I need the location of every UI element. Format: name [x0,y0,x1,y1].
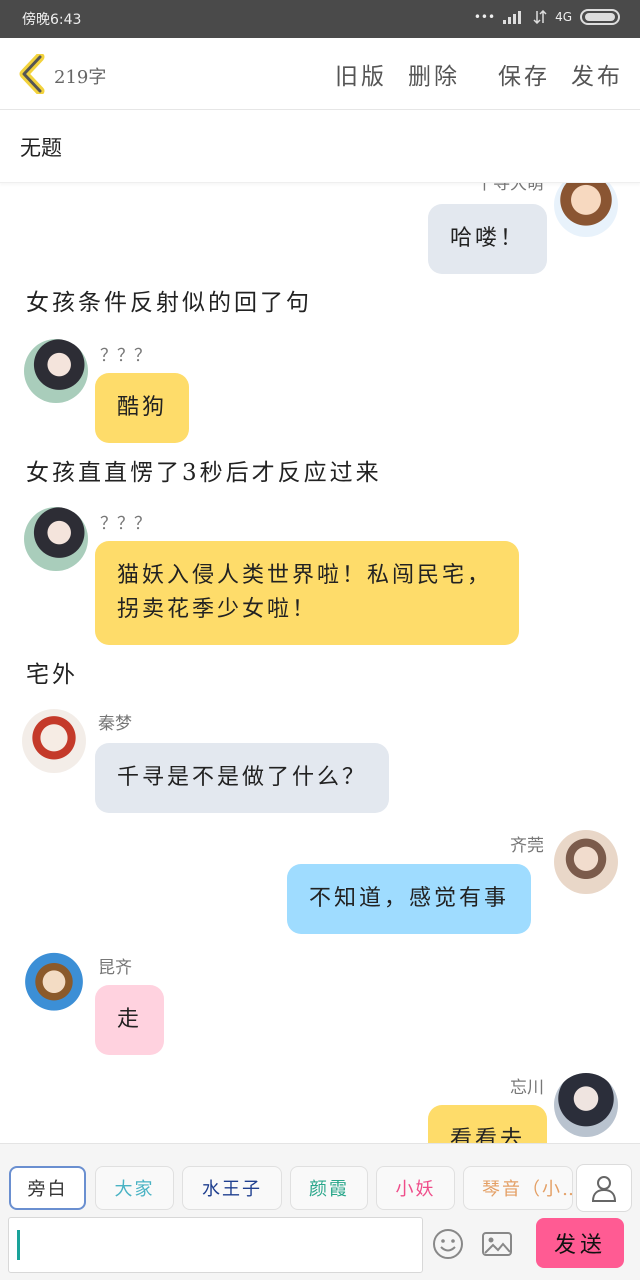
speaker-name: 秦梦 [98,714,132,734]
text-caret [17,1230,20,1260]
battery-icon [580,9,620,25]
old-version-button[interactable]: 旧版 [335,57,387,91]
back-button[interactable] [14,52,50,96]
more-dots-icon: ••• [473,10,496,24]
data-arrows-icon [533,10,547,24]
send-button[interactable]: 发送 [536,1218,624,1268]
chat-bubble[interactable]: 不知道，感觉有事 [287,864,532,934]
status-time: 傍晚6:43 [22,12,82,28]
speaker-name: 忘川 [510,1078,544,1098]
chat-area[interactable]: 千寻大萌 哈喽！ 女孩条件反射似的回了句 ？？？ 酷狗 女孩直直愣了3秒后才反应… [0,183,640,1143]
speaker-name: 千寻大萌 [476,183,544,194]
user-icon [591,1176,617,1202]
title-field[interactable]: 无题 [0,110,640,183]
message-input[interactable] [8,1217,423,1273]
narration-text[interactable]: 女孩直直愣了3秒后才反应过来 [26,453,382,487]
smiley-icon [433,1229,463,1259]
composer-panel: 旁白 大家 水王子 颜霞 小妖 琴音（小… 发送 [0,1143,640,1280]
speaker-name: ？？？ [100,346,151,366]
speaker-name: 齐莞 [510,836,544,856]
document-title: 无题 [20,136,62,160]
role-chip[interactable]: 琴音（小… [463,1166,573,1210]
image-button[interactable] [477,1224,517,1264]
avatar[interactable] [24,339,88,403]
publish-button[interactable]: 发布 [571,57,623,91]
role-chip[interactable]: 颜霞 [290,1166,368,1210]
chat-bubble[interactable]: 看看去 [428,1105,548,1143]
speaker-name: 昆齐 [98,958,132,978]
role-chip-narrator[interactable]: 旁白 [9,1166,86,1210]
chat-bubble[interactable]: 千寻是不是做了什么？ [95,743,390,813]
avatar[interactable] [554,1073,618,1137]
signal-icon [503,11,522,24]
chevron-left-icon [19,54,45,94]
role-chip[interactable]: 大家 [95,1166,174,1210]
word-count: 219字 [54,67,107,88]
chat-bubble[interactable]: 哈喽！ [428,204,548,274]
avatar[interactable] [554,830,618,894]
speaker-name: ？？？ [100,514,151,534]
editor-toolbar: 219字 旧版 删除 保存 发布 [0,38,640,110]
network-type: 4G [555,10,572,24]
emoji-button[interactable] [428,1224,468,1264]
role-chip[interactable]: 小妖 [376,1166,455,1210]
narration-text[interactable]: 女孩条件反射似的回了句 [26,283,312,317]
chat-bubble[interactable]: 猫妖入侵人类世界啦！私闯民宅，拐卖花季少女啦！ [95,541,519,645]
narration-text[interactable]: 宅外 [26,655,78,689]
chat-bubble[interactable]: 走 [95,985,165,1055]
delete-button[interactable]: 删除 [408,57,460,91]
image-icon [482,1232,512,1256]
character-settings-button[interactable] [576,1164,632,1212]
avatar[interactable] [22,951,86,1015]
status-bar: 傍晚6:43 ••• 4G [0,0,640,38]
save-button[interactable]: 保存 [498,57,550,91]
avatar[interactable] [22,709,86,773]
role-chip[interactable]: 水王子 [182,1166,282,1210]
avatar[interactable] [554,183,618,237]
status-icons: ••• 4G [474,9,620,25]
chat-bubble[interactable]: 酷狗 [95,373,190,443]
avatar[interactable] [24,507,88,571]
